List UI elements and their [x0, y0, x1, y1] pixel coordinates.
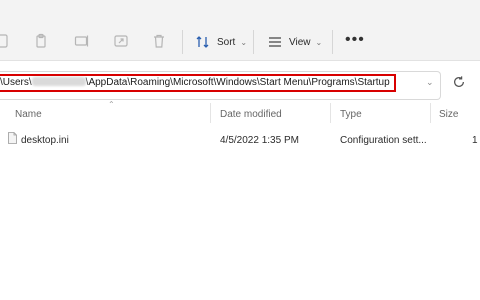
column-header-type[interactable]: Type	[340, 109, 362, 120]
refresh-button[interactable]	[452, 75, 466, 89]
toolbar-separator	[332, 30, 333, 54]
toolbar-separator	[253, 30, 254, 54]
chevron-down-icon: ⌄	[315, 37, 323, 47]
file-size: 1	[472, 135, 478, 146]
file-date-modified: 4/5/2022 1:35 PM	[220, 135, 299, 146]
column-header-name[interactable]: Name	[15, 109, 42, 120]
view-button[interactable]: View ⌄	[267, 31, 322, 53]
column-divider[interactable]	[430, 103, 431, 123]
toolbar-separator	[182, 30, 183, 54]
column-header-size[interactable]: Size	[439, 109, 458, 120]
more-options-button[interactable]: •••	[345, 32, 365, 48]
column-header-date[interactable]: Date modified	[220, 109, 282, 120]
column-divider[interactable]	[210, 103, 211, 123]
column-divider[interactable]	[330, 103, 331, 123]
sort-icon	[196, 36, 209, 48]
address-highlight-box	[0, 74, 396, 92]
cut-icon[interactable]	[0, 33, 10, 49]
address-history-dropdown[interactable]: ⌄	[426, 77, 434, 88]
rename-icon[interactable]	[74, 33, 90, 49]
delete-icon[interactable]	[151, 33, 167, 49]
chevron-down-icon: ⌄	[240, 37, 248, 47]
copy-icon[interactable]	[33, 33, 49, 49]
share-icon[interactable]	[113, 33, 129, 49]
refresh-icon	[454, 76, 464, 87]
command-bar: Sort ⌄ View ⌄ •••	[0, 0, 480, 61]
view-label: View	[289, 36, 311, 48]
sort-button[interactable]: Sort ⌄	[195, 31, 247, 53]
file-name[interactable]: desktop.ini	[21, 135, 69, 146]
view-icon	[269, 37, 281, 47]
settings-file-icon	[8, 132, 17, 144]
sort-label: Sort	[217, 36, 236, 48]
file-type: Configuration sett...	[340, 135, 427, 146]
sort-caret-icon: ⌃	[108, 100, 115, 109]
